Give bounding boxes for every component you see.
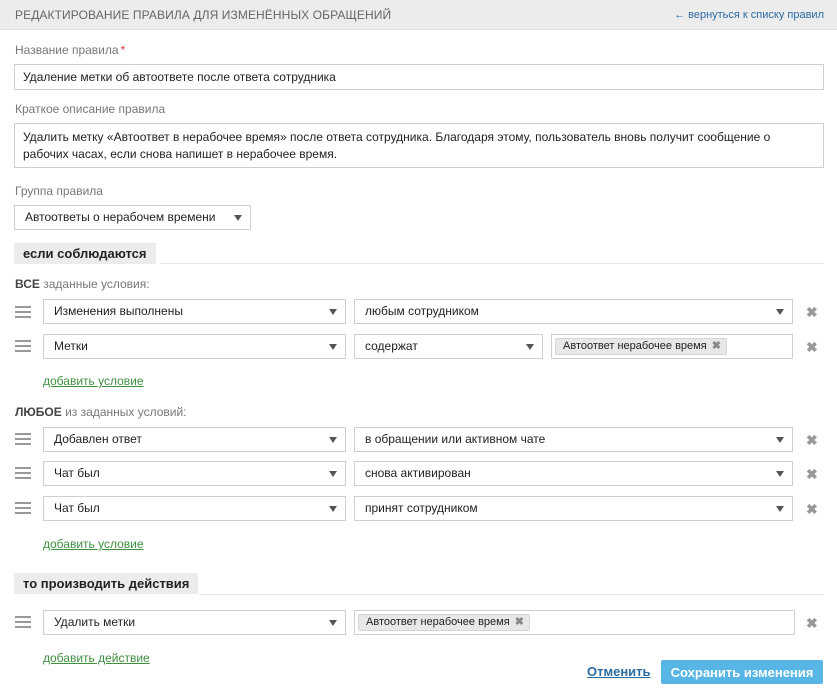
tag-remove-icon[interactable]: ✖: [712, 339, 721, 354]
chevron-down-icon: [776, 437, 784, 443]
rule-description-label: Краткое описание правила: [15, 102, 166, 116]
condition-field-value: Чат был: [54, 501, 100, 515]
rule-group-label: Группа правила: [15, 184, 103, 198]
remove-action-icon[interactable]: ✖: [806, 616, 818, 630]
chevron-down-icon: [329, 620, 337, 626]
rule-group-value: Автоответы о нерабочем времени: [25, 210, 216, 224]
all-label-rest: заданные условия:: [39, 277, 150, 291]
chevron-down-icon: [776, 506, 784, 512]
rule-name-label: Название правила *: [15, 43, 125, 57]
rule-name-label-text: Название правила: [15, 43, 119, 57]
condition-operator-value: содержат: [365, 339, 418, 353]
condition-field-select[interactable]: Метки: [43, 334, 346, 359]
condition-tags-input[interactable]: Автоответ нерабочее время ✖: [551, 334, 793, 359]
drag-handle-icon[interactable]: [15, 616, 31, 628]
chevron-down-icon: [329, 344, 337, 350]
condition-field-select[interactable]: Добавлен ответ: [43, 427, 346, 452]
condition-field-select[interactable]: Чат был: [43, 461, 346, 486]
chevron-down-icon: [526, 344, 534, 350]
drag-handle-icon[interactable]: [15, 502, 31, 514]
tag-chip-label: Автоответ нерабочее время: [563, 340, 707, 352]
conditions-heading: если соблюдаются: [14, 243, 156, 264]
chevron-down-icon: [776, 309, 784, 315]
rule-description-input[interactable]: Удалить метку «Автоответ в нерабочее вре…: [14, 123, 824, 168]
condition-value-text: в обращении или активном чате: [365, 432, 546, 446]
chevron-down-icon: [329, 309, 337, 315]
condition-field-value: Добавлен ответ: [54, 432, 142, 446]
condition-value-select[interactable]: принят сотрудником: [354, 496, 793, 521]
condition-value-select[interactable]: снова активирован: [354, 461, 793, 486]
condition-operator-select[interactable]: содержат: [354, 334, 543, 359]
cancel-link[interactable]: Отменить: [587, 664, 651, 679]
any-label-rest: из заданных условий:: [61, 405, 187, 419]
remove-condition-icon[interactable]: ✖: [806, 467, 818, 481]
action-tags-input[interactable]: Автоответ нерабочее время ✖: [354, 610, 795, 635]
remove-condition-icon[interactable]: ✖: [806, 305, 818, 319]
remove-condition-icon[interactable]: ✖: [806, 433, 818, 447]
all-conditions-label: ВСЕ заданные условия:: [15, 277, 150, 291]
chevron-down-icon: [234, 215, 242, 221]
required-mark: *: [120, 43, 126, 57]
save-changes-button[interactable]: Сохранить изменения: [661, 660, 823, 684]
any-label-strong: ЛЮБОЕ: [15, 405, 62, 419]
condition-value-text: любым сотрудником: [365, 304, 479, 318]
condition-value-text: снова активирован: [365, 466, 471, 480]
conditions-divider: [160, 263, 824, 264]
action-field-value: Удалить метки: [54, 615, 136, 629]
condition-field-select[interactable]: Чат был: [43, 496, 346, 521]
condition-value-select[interactable]: в обращении или активном чате: [354, 427, 793, 452]
tag-chip-label: Автоответ нерабочее время: [366, 616, 510, 628]
action-field-select[interactable]: Удалить метки: [43, 610, 346, 635]
chevron-down-icon: [329, 437, 337, 443]
any-conditions-label: ЛЮБОЕ из заданных условий:: [15, 405, 187, 419]
condition-value-select[interactable]: любым сотрудником: [354, 299, 793, 324]
chevron-down-icon: [329, 471, 337, 477]
add-condition-link[interactable]: добавить условие: [43, 374, 144, 388]
tag-chip: Автоответ нерабочее время ✖: [555, 338, 727, 355]
remove-condition-icon[interactable]: ✖: [806, 340, 818, 354]
tag-remove-icon[interactable]: ✖: [515, 615, 524, 630]
actions-heading: то производить действия: [14, 573, 199, 594]
back-to-rules-link[interactable]: ← вернуться к списку правил: [674, 9, 824, 21]
rule-name-input[interactable]: Удаление метки об автоответе после ответ…: [14, 64, 824, 90]
add-condition-link[interactable]: добавить условие: [43, 537, 144, 551]
drag-handle-icon[interactable]: [15, 306, 31, 318]
drag-handle-icon[interactable]: [15, 467, 31, 479]
remove-condition-icon[interactable]: ✖: [806, 502, 818, 516]
tag-chip: Автоответ нерабочее время ✖: [358, 614, 530, 631]
condition-field-value: Чат был: [54, 466, 100, 480]
condition-field-select[interactable]: Изменения выполнены: [43, 299, 346, 324]
drag-handle-icon[interactable]: [15, 433, 31, 445]
chevron-down-icon: [776, 471, 784, 477]
all-label-strong: ВСЕ: [15, 277, 40, 291]
page-title: РЕДАКТИРОВАНИЕ ПРАВИЛА ДЛЯ ИЗМЕНЁННЫХ ОБ…: [15, 8, 392, 22]
actions-divider: [199, 594, 824, 595]
rule-group-select[interactable]: Автоответы о нерабочем времени: [14, 205, 251, 230]
condition-field-value: Изменения выполнены: [54, 304, 183, 318]
add-action-link[interactable]: добавить действие: [43, 651, 150, 665]
condition-field-value: Метки: [54, 339, 88, 353]
page-header: РЕДАКТИРОВАНИЕ ПРАВИЛА ДЛЯ ИЗМЕНЁННЫХ ОБ…: [0, 0, 837, 30]
chevron-down-icon: [329, 506, 337, 512]
condition-value-text: принят сотрудником: [365, 501, 478, 515]
drag-handle-icon[interactable]: [15, 340, 31, 352]
